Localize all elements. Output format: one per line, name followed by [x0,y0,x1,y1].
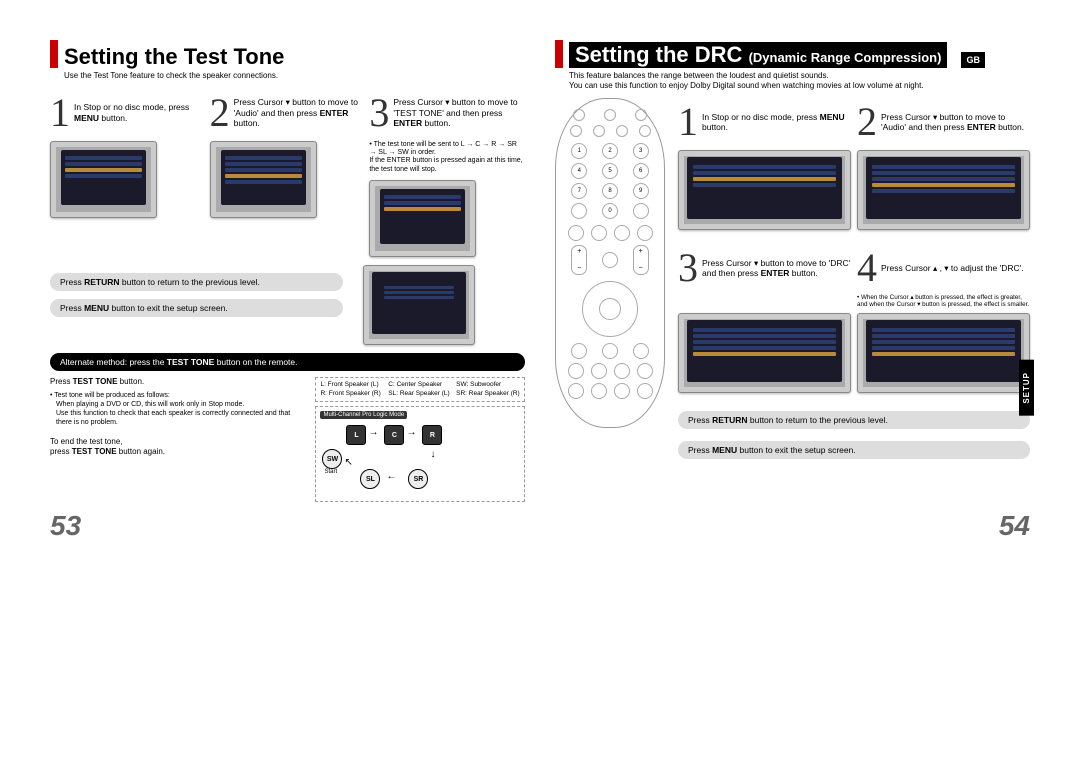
return-hint: Press RETURN button to return to the pre… [50,273,343,291]
tv-thumb [857,150,1030,230]
steps-row-left: 1 In Stop or no disc mode, press MENU bu… [50,89,525,258]
step-num: 1 [50,97,70,129]
subtitle-right: This feature balances the range between … [569,71,1030,90]
step-text: Press Cursor ▾ button to move to 'Audio'… [881,112,1030,132]
tv-thumb [678,150,851,230]
tv-thumb [857,313,1030,393]
step-text: In Stop or no disc mode, press MENU butt… [74,102,206,122]
speaker-c-icon: C [384,425,404,445]
return-hint-right: Press RETURN button to return to the pre… [678,411,1030,429]
speaker-sw-icon: SW [322,449,342,469]
menu-hint-right: Press MENU button to exit the setup scre… [678,441,1030,459]
speaker-l-icon: L [346,425,366,445]
speaker-sr-icon: SR [408,469,428,489]
speaker-diagram: Multi-Channel Pro Logic Mode L C R SW SL… [315,406,525,502]
setup-side-tab: SETUP [1019,360,1034,416]
diagram-start-label: Start [324,469,337,475]
tv-thumb [210,141,317,218]
step-text: Press Cursor ▾ button to move to 'DRC' a… [702,258,851,278]
gb-badge: GB [961,52,985,68]
step-text: Press Cursor ▾ button to move to 'TEST T… [393,97,525,128]
page-number-right: 54 [999,510,1030,542]
step-text: In Stop or no disc mode, press MENU butt… [702,112,851,132]
speaker-legend: L: Front Speaker (L) C: Center Speaker S… [315,377,525,402]
dpad-icon [582,281,638,337]
step-3: 3 Press Cursor ▾ button to move to 'TEST… [369,89,525,258]
remote-illustration: 123 456 789 0 +− [555,98,665,428]
step-num: 4 [857,252,877,284]
remote-column: 123 456 789 0 +− [555,98,670,462]
cursor-effect-note: When the Cursor ▴ button is pressed, the… [857,294,1030,308]
test-tone-instructions: Press TEST TONE button. • Test tone will… [50,377,301,502]
subtitle-left: Use the Test Tone feature to check the s… [64,71,525,81]
title-row-right: Setting the DRC (Dynamic Range Compressi… [555,40,1030,68]
tv-thumb [678,313,851,393]
tone-note: The test tone will be sent to L → C → R … [369,141,525,175]
title-test-tone: Setting the Test Tone [64,46,284,68]
tv-thumb-wide [363,265,475,345]
page-54: Setting the DRC (Dynamic Range Compressi… [555,40,1030,502]
alternate-method-band: Alternate method: press the TEST TONE bu… [50,353,525,371]
menu-hint: Press MENU button to exit the setup scre… [50,299,343,317]
step-num: 3 [678,252,698,284]
tv-thumb [369,180,476,257]
step-num: 3 [369,97,389,129]
page-number-left: 53 [50,510,81,542]
speaker-r-icon: R [422,425,442,445]
right-steps: 1 In Stop or no disc mode, press MENU bu… [678,98,1030,462]
speaker-sl-icon: SL [360,469,380,489]
step-num: 1 [678,106,698,138]
step-2: 2 Press Cursor ▾ button to move to 'Audi… [210,89,366,258]
step-num: 2 [210,97,230,129]
step-text: Press Cursor ▾ button to move to 'Audio'… [234,97,366,128]
tv-thumb [50,141,157,218]
step-text: Press Cursor ▴ , ▾ to adjust the 'DRC'. [881,263,1024,273]
title-drc: Setting the DRC (Dynamic Range Compressi… [569,42,947,68]
page-53: Setting the Test Tone Use the Test Tone … [50,40,525,502]
title-row-left: Setting the Test Tone [50,40,525,68]
step-num: 2 [857,106,877,138]
step-1: 1 In Stop or no disc mode, press MENU bu… [50,89,206,258]
